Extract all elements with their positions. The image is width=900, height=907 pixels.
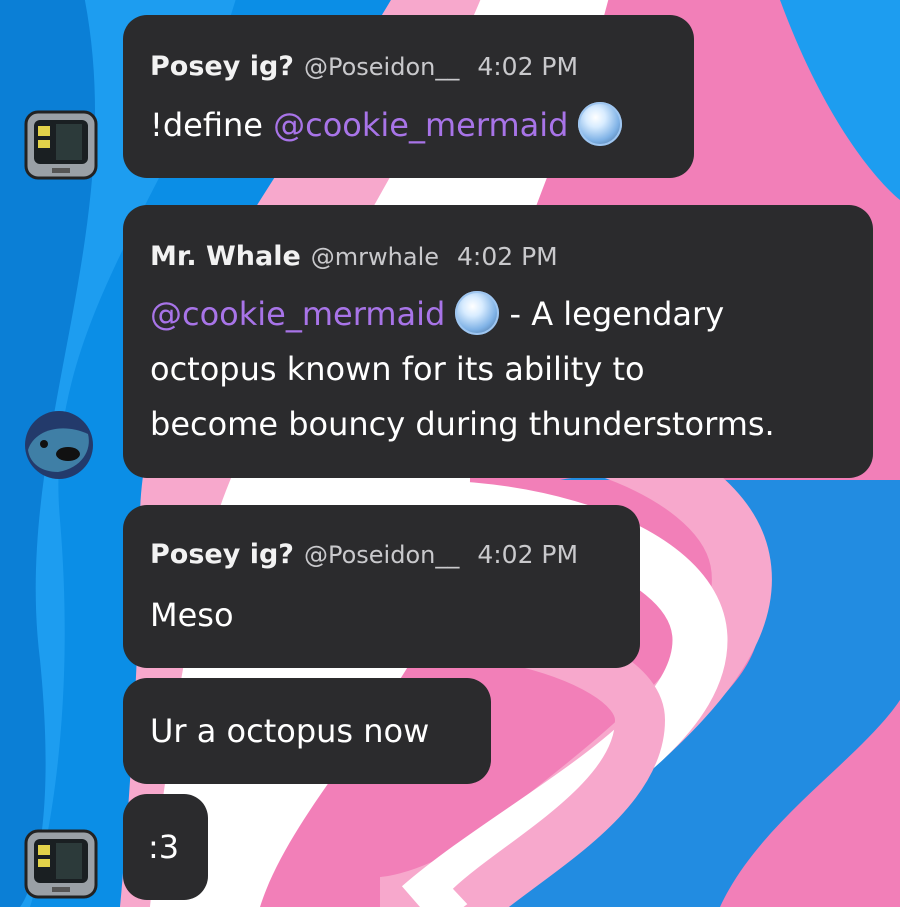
user-mention[interactable]: @cookie_mermaid — [150, 295, 445, 333]
message-bubble[interactable]: Mr. Whale @mrwhale 4:02 PM @cookie_mermaid… — [123, 205, 873, 478]
message-body: !define — [150, 106, 263, 144]
message-text: Ur a octopus now — [150, 712, 430, 750]
author-handle: @Poseidon__ — [303, 541, 460, 569]
message-header: Mr. Whale @mrwhale 4:02 PM — [150, 241, 558, 272]
timestamp: 4:02 PM — [477, 540, 579, 569]
tv-avatar-icon[interactable] — [22, 827, 100, 907]
message-bubble[interactable]: Posey ig? @Poseidon__ 4:02 PM Meso — [123, 505, 640, 668]
message-text: !define @cookie_mermaid — [150, 98, 623, 152]
mermaid-emoji-icon — [578, 102, 623, 146]
timestamp: 4:02 PM — [477, 52, 579, 81]
user-mention[interactable]: @cookie_mermaid — [273, 106, 568, 144]
message-text-line: octopus known for its ability to — [150, 350, 645, 388]
message-text: Meso — [150, 596, 234, 634]
message-bubble[interactable]: :3 — [123, 794, 208, 900]
message-text: :3 — [148, 828, 180, 866]
message-bubble[interactable]: Ur a octopus now — [123, 678, 491, 784]
mermaid-emoji-icon — [455, 291, 500, 335]
author-name[interactable]: Posey ig? — [150, 539, 294, 570]
author-handle: @mrwhale — [310, 243, 440, 271]
author-name[interactable]: Posey ig? — [150, 51, 294, 82]
tv-avatar-icon[interactable] — [22, 108, 100, 188]
message-body: - A legendary — [509, 295, 725, 333]
message-header: Posey ig? @Poseidon__ 4:02 PM — [150, 539, 578, 570]
message-text-line: become bouncy during thunderstorms. — [150, 405, 775, 443]
message-bubble[interactable]: Posey ig? @Poseidon__ 4:02 PM !define @coo… — [123, 15, 694, 178]
whale-avatar-icon[interactable] — [22, 410, 96, 480]
author-name[interactable]: Mr. Whale — [150, 241, 301, 272]
message-text-line: @cookie_mermaid - A legendary — [150, 287, 724, 341]
message-header: Posey ig? @Poseidon__ 4:02 PM — [150, 51, 578, 82]
author-handle: @Poseidon__ — [303, 53, 460, 81]
timestamp: 4:02 PM — [457, 242, 558, 271]
